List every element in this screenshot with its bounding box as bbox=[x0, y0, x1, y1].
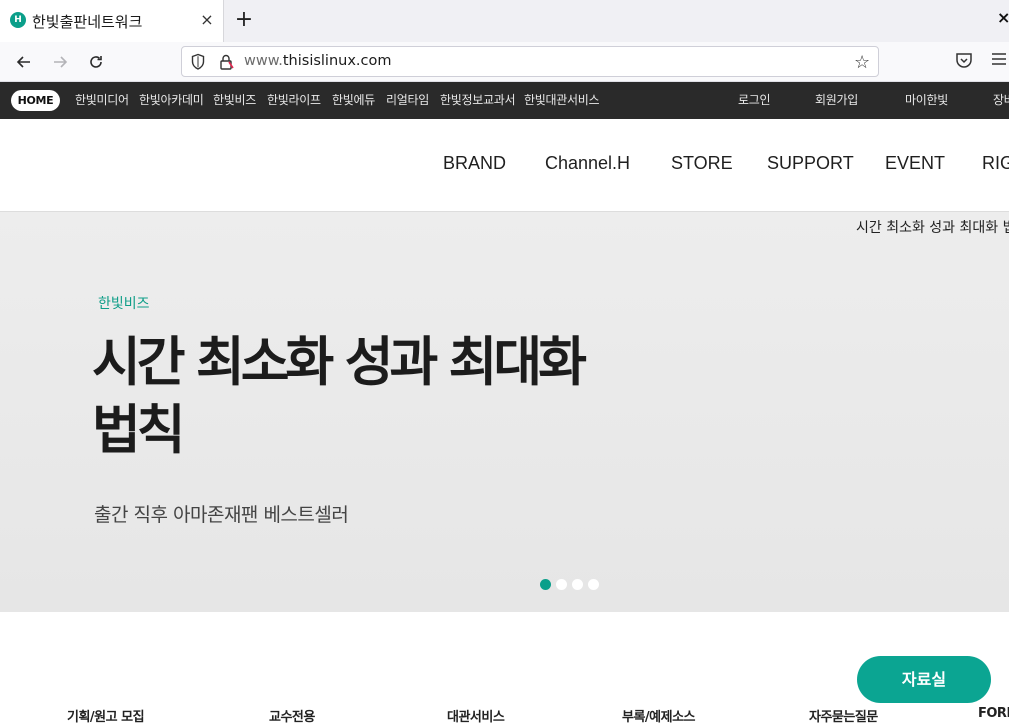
slide-dot-3[interactable] bbox=[572, 579, 583, 590]
login-link[interactable]: 로그인 bbox=[738, 91, 771, 108]
hero-headline[interactable]: 시간 최소화 성과 최대화 법칙 bbox=[92, 329, 652, 465]
slide-dot-1[interactable] bbox=[540, 579, 551, 590]
bookmark-star-icon[interactable]: ☆ bbox=[854, 52, 870, 73]
hero-ticker[interactable]: 시간 최소화 성과 최대화 법 bbox=[856, 217, 1009, 237]
quick-links-section: 자료실 기획/원고 모집 교수전용 대관서비스 부록/예제소스 자주묻는질문 F… bbox=[0, 612, 1009, 725]
family-link-academy[interactable]: 한빛아카데미 bbox=[139, 91, 204, 108]
quick-link-rental[interactable]: 대관서비스 bbox=[447, 706, 505, 725]
nav-brand[interactable]: BRAND bbox=[443, 153, 506, 174]
pocket-icon[interactable] bbox=[955, 50, 973, 72]
hero-banner[interactable]: 시간 최소화 성과 최대화 법 한빛비즈 시간 최소화 성과 최대화 법칙 출간… bbox=[0, 212, 1009, 612]
tab-title: 한빛출판네트워크 bbox=[32, 13, 143, 31]
family-link-media[interactable]: 한빛미디어 bbox=[75, 91, 129, 108]
hamburger-menu-icon[interactable] bbox=[990, 50, 1009, 72]
home-button[interactable]: HOME bbox=[11, 90, 60, 111]
family-link-rental[interactable]: 한빛대관서비스 bbox=[524, 91, 599, 108]
quick-link-proposal[interactable]: 기획/원고 모집 bbox=[67, 706, 145, 725]
my-hanbit-link[interactable]: 마이한빛 bbox=[905, 91, 948, 108]
site-family-bar: HOME 한빛미디어 한빛아카데미 한빛비즈 한빛라이프 한빛에듀 리얼타임 한… bbox=[0, 82, 1009, 119]
hero-subtitle: 출간 직후 아마존재팬 베스트셀러 bbox=[94, 504, 349, 526]
forward-arrow-icon[interactable] bbox=[48, 50, 72, 74]
nav-store[interactable]: STORE bbox=[671, 153, 733, 174]
nav-support[interactable]: SUPPORT bbox=[767, 153, 854, 174]
window-close-icon[interactable]: × bbox=[997, 8, 1009, 27]
shield-icon[interactable] bbox=[190, 53, 206, 71]
reload-icon[interactable] bbox=[84, 50, 108, 74]
hero-category: 한빛비즈 bbox=[98, 296, 150, 312]
data-room-button[interactable]: 자료실 bbox=[857, 656, 991, 703]
quick-link-faq[interactable]: 자주묻는질문 bbox=[809, 706, 878, 725]
lock-icon[interactable] bbox=[218, 53, 234, 71]
url-text[interactable]: www.thisislinux.com bbox=[244, 53, 392, 69]
browser-tab-strip: H 한빛출판네트워크 × + × bbox=[0, 0, 1009, 42]
slide-dot-4[interactable] bbox=[588, 579, 599, 590]
family-link-textbook[interactable]: 한빛정보교과서 bbox=[440, 91, 515, 108]
nav-event[interactable]: EVENT bbox=[885, 153, 945, 174]
nav-rights[interactable]: RIG bbox=[982, 153, 1009, 174]
new-tab-button[interactable]: + bbox=[233, 8, 255, 32]
cart-link[interactable]: 장바 bbox=[993, 91, 1009, 108]
nav-channel-h[interactable]: Channel.H bbox=[545, 153, 630, 174]
headline-line-1: 시간 최소화 성과 최대화 bbox=[92, 332, 587, 393]
site-favicon-icon: H bbox=[10, 12, 26, 28]
slide-dot-2[interactable] bbox=[556, 579, 567, 590]
address-bar[interactable]: www.thisislinux.com ☆ bbox=[181, 46, 879, 77]
browser-toolbar: www.thisislinux.com ☆ bbox=[0, 42, 1009, 82]
signup-link[interactable]: 회원가입 bbox=[815, 91, 858, 108]
url-prefix: www. bbox=[244, 53, 283, 69]
family-link-biz[interactable]: 한빛비즈 bbox=[213, 91, 256, 108]
browser-tab[interactable]: H 한빛출판네트워크 × bbox=[0, 0, 224, 42]
headline-line-2: 법칙 bbox=[92, 400, 186, 461]
family-link-edu[interactable]: 한빛에듀 bbox=[332, 91, 375, 108]
tab-close-icon[interactable]: × bbox=[199, 10, 215, 30]
url-domain: thisislinux.com bbox=[282, 53, 392, 69]
back-arrow-icon[interactable] bbox=[12, 50, 36, 74]
quick-link-professor[interactable]: 교수전용 bbox=[269, 706, 315, 725]
family-link-life[interactable]: 한빛라이프 bbox=[267, 91, 321, 108]
main-navigation: BRAND Channel.H STORE SUPPORT EVENT RIG bbox=[0, 119, 1009, 212]
quick-link-supplements[interactable]: 부록/예제소스 bbox=[622, 706, 696, 725]
family-link-realtime[interactable]: 리얼타임 bbox=[386, 91, 429, 108]
